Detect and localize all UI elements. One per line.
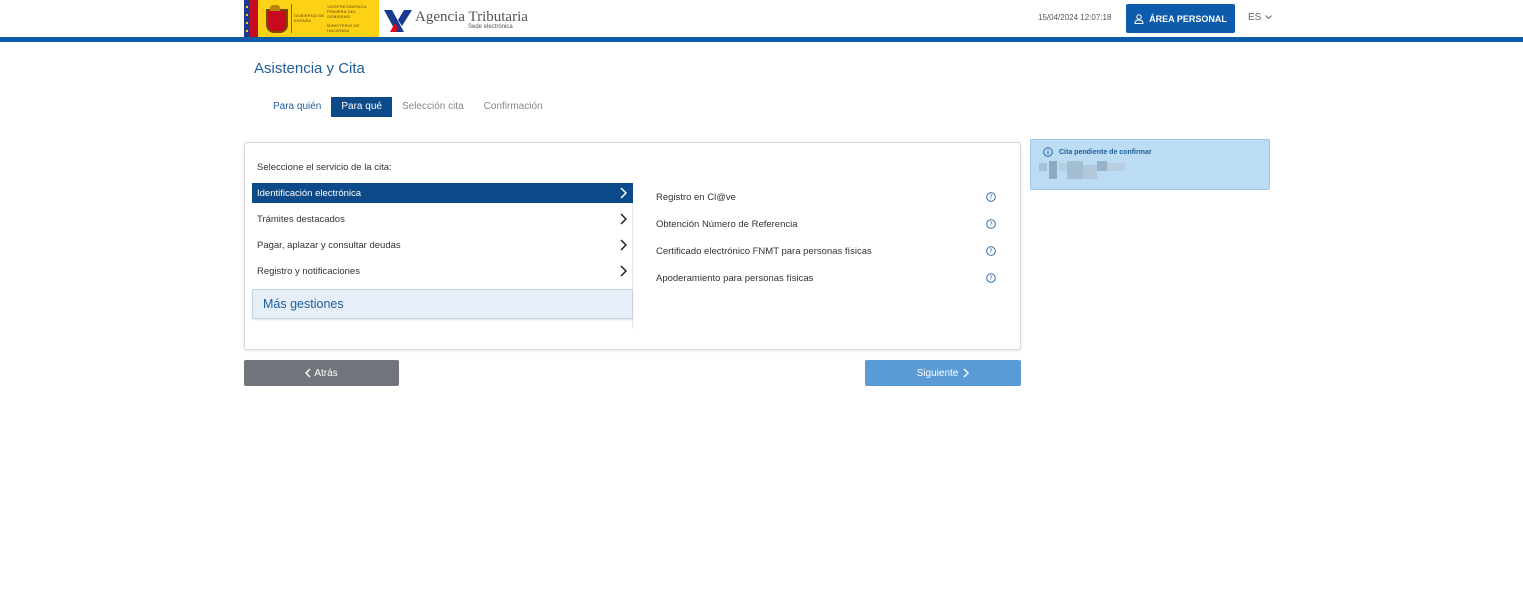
mas-gestiones-button[interactable]: Más gestiones bbox=[252, 289, 633, 319]
service-label: Certificado electrónico FNMT para person… bbox=[656, 245, 872, 257]
pending-appointment-title: Cita pendiente de confirmar bbox=[1059, 149, 1152, 156]
redacted-content bbox=[1039, 161, 1125, 181]
svg-text:?: ? bbox=[989, 274, 992, 282]
area-personal-button[interactable]: ÁREA PERSONAL bbox=[1126, 4, 1235, 33]
service-item-numero-referencia[interactable]: Obtención Número de Referencia ? bbox=[656, 215, 996, 233]
gov-text-gobierno: GOBIERNO DE ESPAÑA bbox=[294, 13, 325, 23]
step-confirmacion: Confirmación bbox=[483, 101, 543, 112]
category-label: Identificación electrónica bbox=[257, 187, 362, 199]
service-label: Obtención Número de Referencia bbox=[656, 218, 798, 230]
next-button[interactable]: Siguiente bbox=[865, 360, 1021, 386]
chevron-down-icon bbox=[1265, 15, 1273, 20]
chevron-right-icon bbox=[620, 213, 627, 225]
gov-text-ministerio: MINISTERIO DE HACIENDA bbox=[327, 23, 360, 33]
service-item-registro-clave[interactable]: Registro en Cl@ve ? bbox=[656, 188, 996, 206]
category-label: Trámites destacados bbox=[257, 213, 345, 225]
chevron-right-icon bbox=[620, 265, 627, 277]
language-label: ES bbox=[1248, 12, 1262, 23]
service-prompt: Seleccione el servicio de la cita: bbox=[257, 162, 392, 173]
language-selector[interactable]: ES bbox=[1248, 12, 1273, 23]
user-icon bbox=[1134, 13, 1144, 24]
chevron-right-icon bbox=[620, 187, 627, 199]
chevron-left-icon bbox=[305, 368, 311, 378]
wizard-steps: Para quién Para qué Selección cita Confi… bbox=[263, 97, 553, 117]
category-item-identificacion-electronica[interactable]: Identificación electrónica bbox=[252, 183, 633, 203]
agency-subtitle: Sede electrónica bbox=[468, 24, 513, 30]
info-icon bbox=[1043, 147, 1053, 157]
next-label: Siguiente bbox=[916, 367, 959, 379]
coat-of-arms-icon bbox=[262, 5, 288, 33]
gov-text-vicepresidencia: VICEPRESIDENCIA PRIMERA DEL GOBIERNO bbox=[327, 4, 367, 19]
site-header: GOBIERNO DE ESPAÑA VICEPRESIDENCIA PRIME… bbox=[0, 0, 1523, 42]
eu-flag-icon bbox=[244, 0, 250, 37]
category-label: Pagar, aplazar y consultar deudas bbox=[257, 239, 401, 251]
area-personal-label: ÁREA PERSONAL bbox=[1149, 13, 1227, 24]
help-icon[interactable]: ? bbox=[986, 273, 996, 283]
current-datetime: 15/04/2024 12:07:18 bbox=[1038, 13, 1112, 22]
help-icon[interactable]: ? bbox=[986, 246, 996, 256]
back-button[interactable]: Atrás bbox=[244, 360, 399, 386]
service-label: Registro en Cl@ve bbox=[656, 191, 736, 203]
step-para-quien[interactable]: Para quién bbox=[263, 97, 331, 117]
chevron-right-icon bbox=[963, 368, 970, 378]
svg-text:?: ? bbox=[989, 220, 992, 228]
service-item-certificado-fnmt[interactable]: Certificado electrónico FNMT para person… bbox=[656, 242, 996, 260]
service-label: Apoderamiento para personas físicas bbox=[656, 272, 814, 284]
government-logo[interactable]: GOBIERNO DE ESPAÑA VICEPRESIDENCIA PRIME… bbox=[244, 0, 379, 37]
back-label: Atrás bbox=[314, 367, 338, 379]
category-item-tramites-destacados[interactable]: Trámites destacados bbox=[252, 209, 633, 229]
service-selection-panel: Seleccione el servicio de la cita: Ident… bbox=[244, 142, 1021, 350]
step-para-que[interactable]: Para qué bbox=[331, 97, 392, 117]
service-item-apoderamiento[interactable]: Apoderamiento para personas físicas ? bbox=[656, 269, 996, 287]
chevron-right-icon bbox=[620, 239, 627, 251]
step-seleccion-cita: Selección cita bbox=[401, 101, 464, 112]
svg-text:?: ? bbox=[989, 247, 992, 255]
agencia-tributaria-mark-icon bbox=[384, 10, 412, 32]
svg-text:?: ? bbox=[989, 193, 992, 201]
header-accent-bar bbox=[0, 37, 1523, 42]
agencia-tributaria-logo[interactable]: Agencia Tributaria Sede electrónica bbox=[384, 4, 529, 34]
pending-appointment-card: Cita pendiente de confirmar bbox=[1030, 139, 1270, 190]
category-item-registro-notificaciones[interactable]: Registro y notificaciones bbox=[252, 261, 633, 281]
category-item-pagar-aplazar-deudas[interactable]: Pagar, aplazar y consultar deudas bbox=[252, 235, 633, 255]
help-icon[interactable]: ? bbox=[986, 219, 996, 229]
gov-divider bbox=[291, 4, 292, 33]
category-list: Identificación electrónica Trámites dest… bbox=[252, 183, 633, 329]
category-label: Registro y notificaciones bbox=[257, 265, 360, 277]
help-icon[interactable]: ? bbox=[986, 192, 996, 202]
page-title: Asistencia y Cita bbox=[254, 60, 365, 77]
